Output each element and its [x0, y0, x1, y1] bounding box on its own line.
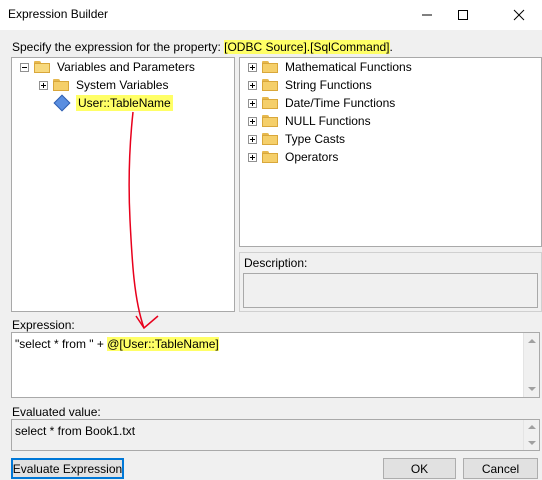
tree-node-label: System Variables — [76, 78, 169, 92]
ok-button[interactable]: OK — [383, 458, 456, 479]
evaluated-value-box: select * from Book1.txt — [11, 419, 540, 451]
evaluate-expression-button[interactable]: Evaluate Expression — [11, 458, 124, 479]
tree-node-label: Date/Time Functions — [285, 96, 396, 110]
folder-icon — [262, 79, 278, 91]
scroll-up-icon[interactable] — [528, 425, 536, 429]
folder-icon — [262, 133, 278, 145]
tree-node-label: String Functions — [285, 78, 372, 92]
maximize-button[interactable] — [440, 0, 486, 30]
expression-text: "select * from " + @[User::TableName] — [15, 337, 219, 351]
folder-open-icon — [34, 61, 50, 73]
evaluated-value-text: select * from Book1.txt — [15, 424, 136, 438]
expand-icon[interactable] — [248, 116, 257, 126]
property-name: [ODBC Source].[SqlCommand] — [224, 40, 390, 54]
scroll-down-icon[interactable] — [528, 387, 536, 391]
annotation-arrow-head — [135, 315, 159, 330]
description-box — [243, 273, 538, 308]
tree-node-label: Type Casts — [285, 132, 346, 146]
variable-icon — [53, 94, 71, 112]
expand-icon[interactable] — [248, 98, 257, 108]
prompt-suffix: . — [389, 40, 393, 54]
annotation-arrow-line — [128, 111, 145, 329]
tree-node-label: Operators — [285, 150, 339, 164]
collapse-icon[interactable] — [20, 62, 29, 72]
minimize-icon — [422, 14, 432, 16]
expand-icon[interactable] — [248, 62, 257, 72]
expand-icon[interactable] — [248, 134, 257, 144]
expression-textarea[interactable]: "select * from " + @[User::TableName] — [11, 332, 540, 398]
expression-scrollbar[interactable] — [523, 333, 539, 397]
property-prompt: Specify the expression for the property:… — [12, 40, 393, 54]
prompt-prefix: Specify the expression for the property: — [12, 40, 225, 54]
tree-node-datetime-functions[interactable]: Date/Time Functions — [248, 94, 397, 112]
tree-node-type-casts[interactable]: Type Casts — [248, 130, 347, 148]
tree-node-system-variables[interactable]: System Variables — [39, 76, 170, 94]
expression-label: Expression: — [12, 318, 75, 332]
tree-node-variables-and-parameters[interactable]: Variables and Parameters — [20, 58, 197, 76]
description-label: Description: — [243, 256, 309, 270]
tree-node-label: NULL Functions — [285, 114, 371, 128]
folder-icon — [262, 97, 278, 109]
window-title: Expression Builder — [8, 7, 109, 21]
expression-prefix: "select * from " + — [15, 337, 108, 351]
tree-node-string-functions[interactable]: String Functions — [248, 76, 374, 94]
tree-node-label: Mathematical Functions — [285, 60, 412, 74]
close-button[interactable] — [496, 0, 542, 30]
folder-icon — [262, 151, 278, 163]
expand-icon[interactable] — [39, 80, 48, 90]
scroll-down-icon[interactable] — [528, 441, 536, 445]
close-icon — [513, 9, 525, 21]
expand-icon[interactable] — [248, 152, 257, 162]
tree-node-label: Variables and Parameters — [57, 60, 195, 74]
tree-node-label: User::TableName — [76, 95, 173, 111]
scroll-up-icon[interactable] — [528, 339, 536, 343]
folder-icon — [53, 79, 69, 91]
evaluated-value-label: Evaluated value: — [12, 405, 101, 419]
tree-node-operators[interactable]: Operators — [248, 148, 340, 166]
cancel-button[interactable]: Cancel — [463, 458, 538, 479]
tree-node-mathematical-functions[interactable]: Mathematical Functions — [248, 58, 414, 76]
functions-tree[interactable]: Mathematical Functions String Functions … — [239, 57, 542, 247]
tree-node-null-functions[interactable]: NULL Functions — [248, 112, 373, 130]
folder-icon — [262, 115, 278, 127]
evaluated-scrollbar[interactable] — [523, 420, 539, 450]
expression-variable: @[User::TableName] — [107, 337, 219, 351]
annotation-arrow — [128, 111, 159, 330]
folder-icon — [262, 61, 278, 73]
expand-icon[interactable] — [248, 80, 257, 90]
maximize-icon — [458, 10, 468, 20]
